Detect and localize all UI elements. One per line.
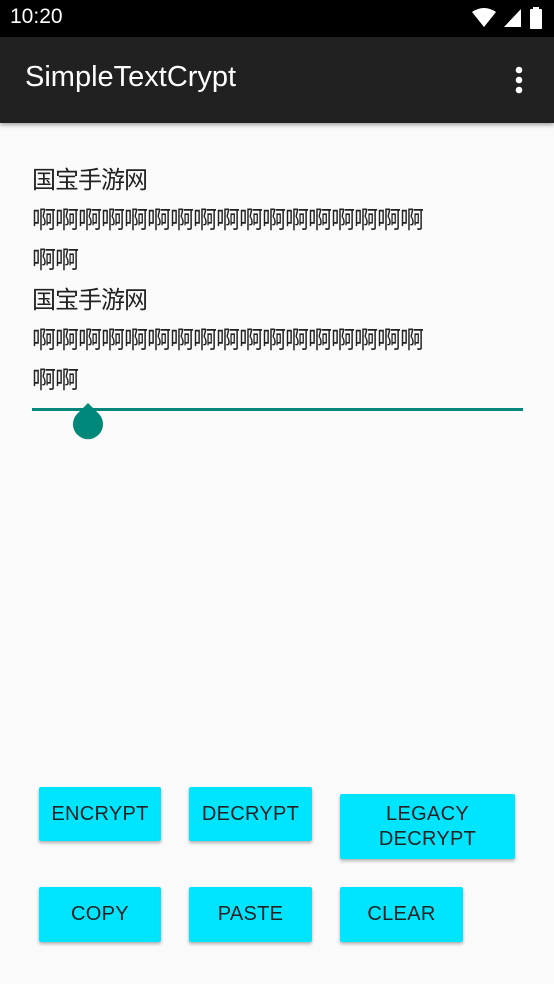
app-bar: SimpleTextCrypt — [0, 37, 554, 123]
text-cursor-handle-icon — [73, 403, 103, 440]
cursor-handle[interactable] — [71, 403, 105, 443]
paste-button-label: PASTE — [217, 903, 284, 925]
copy-button-label: COPY — [71, 903, 129, 925]
copy-button[interactable]: COPY — [39, 887, 161, 942]
paste-button[interactable]: PASTE — [189, 887, 312, 942]
battery-icon — [530, 7, 542, 29]
wifi-icon — [472, 8, 496, 27]
decrypt-button-label: DECRYPT — [201, 802, 300, 825]
app-title: SimpleTextCrypt — [25, 61, 237, 93]
decrypt-button[interactable]: DECRYPT — [189, 787, 312, 841]
text-input[interactable]: 国宝手游网 啊啊啊啊啊啊啊啊啊啊啊啊啊啊啊啊啊 啊啊 国宝手游网 啊啊啊啊啊啊啊… — [32, 160, 523, 400]
legacy-decrypt-button[interactable]: LEGACY DECRYPT — [340, 794, 515, 859]
text-input-underline — [32, 408, 523, 411]
overflow-menu-button[interactable] — [504, 63, 534, 97]
clear-button-label: CLEAR — [367, 903, 436, 925]
status-icons — [472, 7, 542, 29]
more-vert-icon — [515, 66, 523, 94]
cellular-signal-icon — [504, 9, 521, 27]
encrypt-button[interactable]: ENCRYPT — [39, 787, 161, 841]
status-time: 10:20 — [10, 5, 63, 28]
clear-button[interactable]: CLEAR — [340, 887, 463, 942]
legacy-decrypt-button-label: LEGACY DECRYPT — [378, 802, 477, 850]
text-input-content: 国宝手游网 啊啊啊啊啊啊啊啊啊啊啊啊啊啊啊啊啊 啊啊 国宝手游网 啊啊啊啊啊啊啊… — [32, 166, 424, 394]
status-bar: 10:20 — [0, 0, 554, 37]
encrypt-button-label: ENCRYPT — [51, 802, 149, 825]
